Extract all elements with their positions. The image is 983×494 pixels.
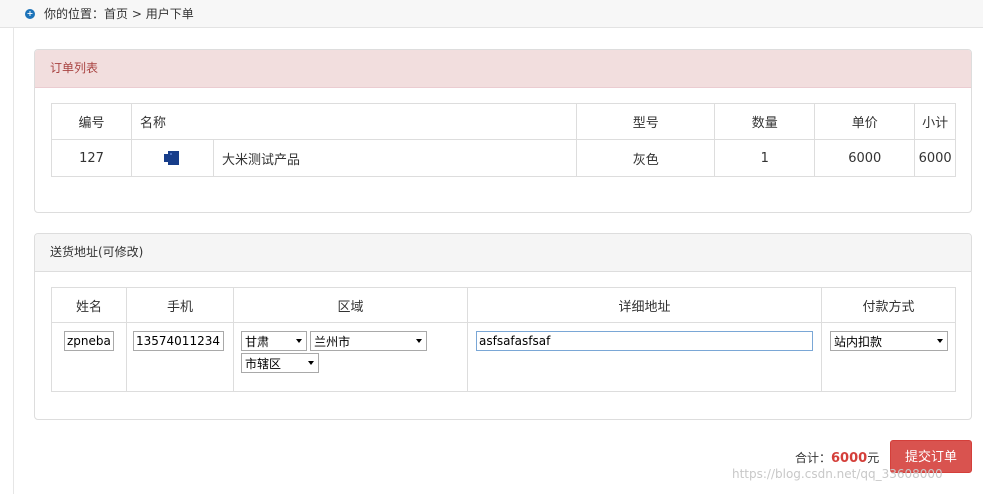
product-thumbnail[interactable]	[163, 151, 182, 165]
header-model: 型号	[576, 103, 716, 140]
total-value: 6000	[831, 451, 868, 466]
city-select[interactable]: 兰州市	[310, 331, 428, 351]
left-divider	[13, 28, 14, 494]
phone-cell	[126, 322, 234, 392]
district-select[interactable]: 市辖区	[241, 353, 319, 373]
payment-cell: 站内扣款	[821, 322, 956, 392]
payment-value: 站内扣款	[834, 334, 883, 349]
product-price: 6000	[814, 139, 916, 177]
recipient-name-cell	[51, 322, 127, 392]
address-table-header: 姓名 手机 区域 详细地址 付款方式	[51, 287, 956, 323]
payment-select[interactable]: 站内扣款	[830, 331, 948, 351]
header-detail-address: 详细地址	[467, 287, 822, 323]
shipping-address-title: 送货地址(可修改)	[35, 234, 971, 272]
detail-address-cell	[467, 322, 822, 392]
breadcrumb-separator: >	[128, 6, 146, 21]
address-table: 姓名 手机 区域 详细地址 付款方式 甘肃 兰州市	[51, 287, 956, 392]
breadcrumb-home-link[interactable]: 首页	[104, 5, 128, 22]
chevron-down-icon	[296, 339, 302, 343]
shipping-address-panel: 送货地址(可修改) 姓名 手机 区域 详细地址 付款方式 甘肃 兰州市	[34, 233, 972, 420]
info-circle-icon: +	[25, 8, 35, 19]
header-qty: 数量	[714, 103, 816, 140]
breadcrumb: + 你的位置： 首页 > 用户下单	[25, 5, 194, 22]
header-subtotal: 小计	[914, 103, 956, 140]
header-id: 编号	[51, 103, 132, 140]
product-thumb-cell	[131, 139, 214, 177]
total-unit: 元	[867, 451, 880, 465]
product-name[interactable]: 大米测试产品	[212, 139, 578, 177]
address-row: 甘肃 兰州市 市辖区 站内扣款	[51, 322, 956, 392]
breadcrumb-current: 用户下单	[145, 7, 194, 21]
header-region: 区域	[233, 287, 468, 323]
product-subtotal: 6000	[914, 139, 956, 177]
header-price: 单价	[814, 103, 916, 140]
chevron-down-icon	[416, 339, 423, 343]
order-list-title: 订单列表	[35, 50, 971, 88]
region-cell: 甘肃 兰州市 市辖区	[233, 322, 468, 392]
table-row: 127 大米测试产品 灰色 1 6000 6000	[51, 139, 956, 177]
total-label: 合计：	[795, 451, 832, 465]
watermark-text: https://blog.csdn.net/qq_33608000	[732, 467, 943, 481]
city-value: 兰州市	[314, 334, 351, 349]
chevron-down-icon	[308, 361, 314, 365]
detail-address-input[interactable]	[476, 331, 813, 351]
breadcrumb-prefix: 你的位置：	[44, 7, 105, 21]
header-payment: 付款方式	[821, 287, 956, 323]
order-id: 127	[51, 139, 132, 177]
header-name: 名称	[130, 103, 578, 140]
header-recipient-name: 姓名	[51, 287, 127, 323]
order-list-panel: 订单列表 编号 名称 型号 数量 单价 小计 127 大米测试产品 灰色 1 6…	[34, 49, 972, 213]
province-value: 甘肃	[245, 334, 270, 349]
product-model: 灰色	[576, 139, 716, 177]
order-total: 合计：6000元	[795, 449, 879, 466]
order-table: 编号 名称 型号 数量 单价 小计 127 大米测试产品 灰色 1 6000 6…	[51, 103, 956, 177]
province-select[interactable]: 甘肃	[241, 331, 307, 351]
district-value: 市辖区	[245, 356, 282, 371]
phone-input[interactable]	[133, 331, 224, 351]
breadcrumb-bar: + 你的位置： 首页 > 用户下单	[0, 0, 983, 28]
recipient-name-input[interactable]	[64, 331, 114, 351]
order-table-header: 编号 名称 型号 数量 单价 小计	[51, 103, 956, 140]
chevron-down-icon	[937, 339, 943, 343]
product-qty: 1	[714, 139, 816, 177]
header-phone: 手机	[126, 287, 234, 323]
